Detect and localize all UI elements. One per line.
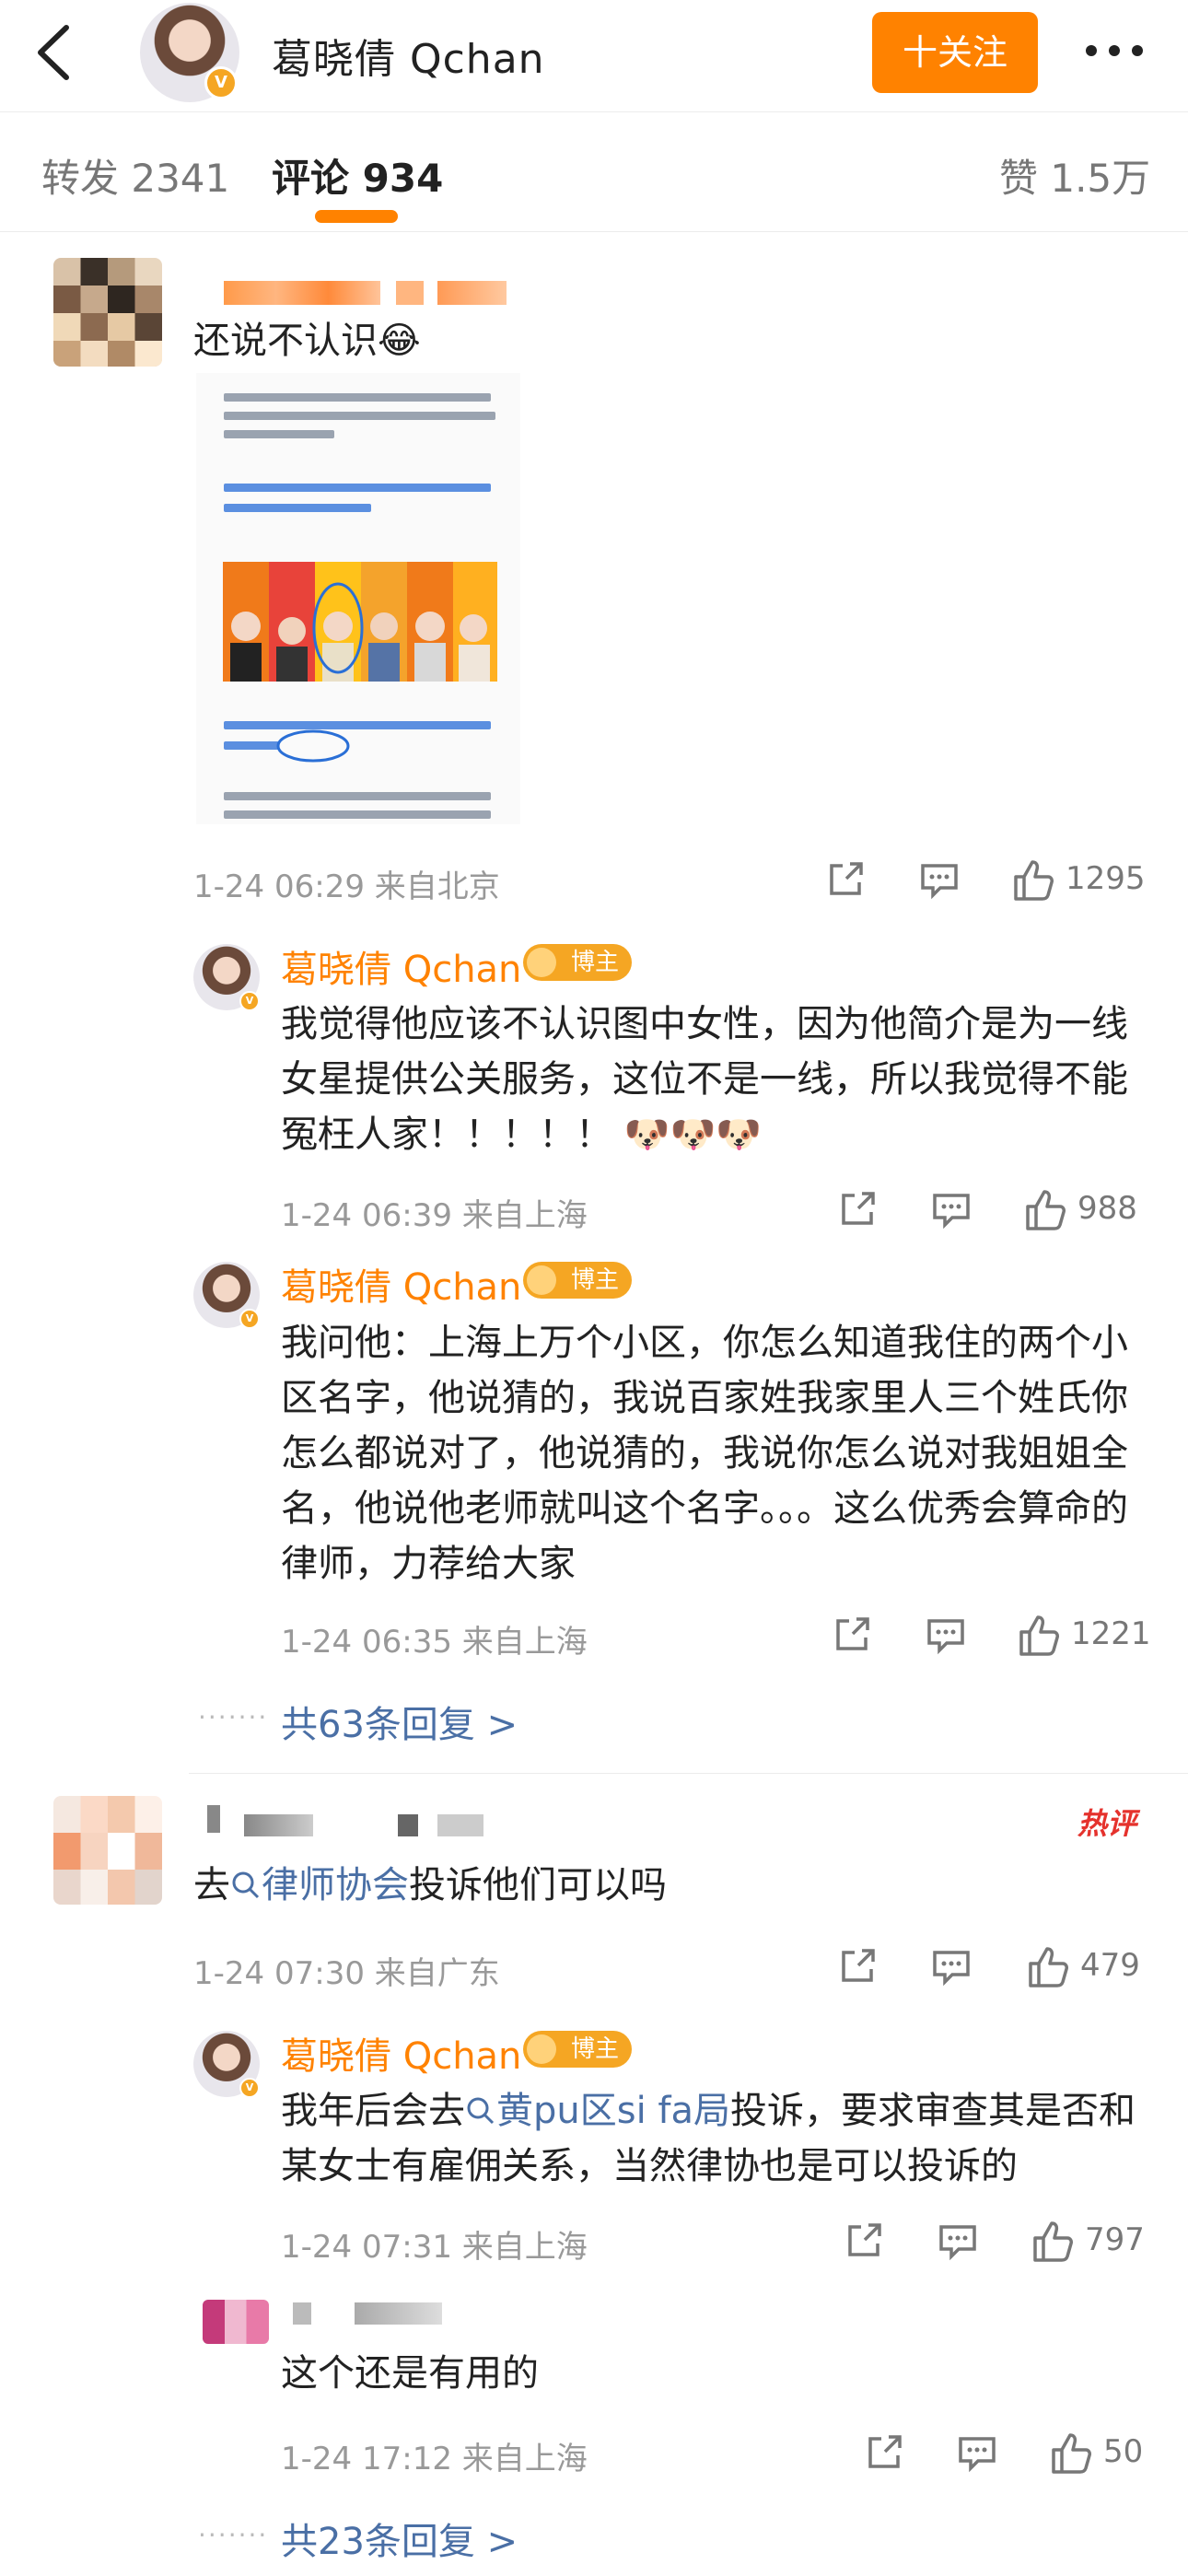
blurred-username[interactable]	[293, 2302, 311, 2325]
share-button[interactable]	[863, 2431, 918, 2477]
like-count: 988	[1077, 1190, 1137, 1227]
share-button[interactable]	[836, 1945, 891, 1991]
thumbs-up-icon	[1052, 2433, 1091, 2474]
verified-badge-icon: V	[239, 991, 260, 1011]
topic-link[interactable]: 黄pu区si fa局	[465, 2090, 730, 2132]
reply-button[interactable]	[925, 1614, 980, 1660]
share-icon	[848, 2223, 881, 2256]
verified-badge-icon: V	[239, 1309, 260, 1329]
like-button[interactable]: 1295	[1010, 857, 1148, 903]
comment-icon	[927, 1619, 964, 1655]
separator-dots: ·······	[198, 2520, 269, 2550]
reply-author[interactable]: 葛晓倩 Qchan	[281, 939, 521, 993]
commenter-avatar[interactable]	[53, 258, 162, 367]
share-button[interactable]	[824, 858, 879, 904]
follow-button[interactable]: 十关注	[872, 12, 1038, 93]
blurred-username[interactable]	[224, 281, 380, 305]
reply-meta: 1-24 07:31 来自上海	[281, 2229, 588, 2266]
blogger-badge: 博主	[523, 944, 632, 981]
reply-meta: 1-24 17:12 来自上海	[281, 2441, 588, 2477]
page-title[interactable]: 葛晓倩 Qchan	[272, 26, 545, 85]
separator-dots: ·······	[198, 1702, 269, 1732]
reply-text: 我觉得他应该不认识图中女性，因为他简介是为一线女星提供公关服务，这位不是一线，所…	[281, 1003, 1128, 1156]
thumbs-up-icon	[1019, 1615, 1059, 1656]
comment-icon	[921, 864, 958, 900]
comment-image[interactable]	[196, 373, 520, 824]
more-replies-link[interactable]: 共63条回复 >	[281, 1695, 518, 1748]
reply-meta: 1-24 06:35 来自上海	[281, 1624, 588, 1661]
like-count: 1295	[1066, 860, 1146, 897]
reply-button[interactable]	[930, 1188, 985, 1234]
thumbs-up-icon	[1029, 1947, 1068, 1987]
comment-divider	[189, 1773, 1188, 1774]
like-button[interactable]: 988	[1022, 1186, 1151, 1232]
blurred-username	[437, 281, 507, 305]
blurred-username	[398, 1814, 418, 1836]
blurred-username[interactable]	[207, 1805, 220, 1833]
search-icon	[232, 1871, 260, 1899]
reply-text: 我年后会去 黄pu区si fa局投诉，要求审查其是否和某女士有雇佣关系，当然律协也…	[281, 2090, 1136, 2187]
like-button[interactable]: 479	[1025, 1943, 1154, 1989]
tab-bar: 转发 2341 评论 934 赞 1.5万	[0, 112, 1188, 232]
reply-author[interactable]: 葛晓倩 Qchan	[281, 1257, 521, 1311]
topic-link[interactable]: 律师协会	[230, 1864, 409, 1906]
reply-text: 我问他：上海上万个小区，你怎么知道我住的两个小区名字，他说猜的，我说百家姓我家里…	[281, 1322, 1128, 1585]
reply-button[interactable]	[937, 2220, 992, 2266]
replier-avatar[interactable]	[203, 2300, 269, 2344]
top-bar: V 葛晓倩 Qchan 十关注	[0, 0, 1188, 112]
like-button[interactable]: 50	[1048, 2430, 1159, 2476]
thumbs-up-icon	[1014, 860, 1054, 901]
comment-icon	[959, 2437, 996, 2473]
thumbs-up-icon	[1033, 2221, 1073, 2262]
like-button[interactable]: 1221	[1016, 1612, 1154, 1658]
blurred-username	[396, 281, 424, 305]
share-button[interactable]	[843, 2220, 898, 2266]
search-icon	[467, 2097, 495, 2125]
like-count: 1221	[1071, 1615, 1151, 1652]
reply-button[interactable]	[930, 1945, 985, 1991]
tab-repost[interactable]: 转发 2341	[41, 147, 229, 204]
comment-meta: 1-24 06:29 来自北京	[193, 868, 500, 905]
reply-button[interactable]	[918, 858, 973, 904]
hot-comment-badge: 热评	[1077, 1806, 1137, 1841]
share-icon	[836, 1617, 869, 1650]
thumbs-up-icon	[1026, 1190, 1066, 1230]
like-count: 479	[1080, 1947, 1140, 1984]
share-icon	[830, 862, 863, 895]
like-count: 797	[1085, 2221, 1145, 2258]
verified-badge-icon: V	[239, 2078, 260, 2098]
blurred-username	[355, 2302, 442, 2325]
active-tab-indicator	[315, 210, 398, 223]
more-options-icon[interactable]	[1082, 32, 1147, 69]
more-replies-link[interactable]: 共23条回复 >	[281, 2512, 518, 2565]
blurred-username	[437, 1814, 483, 1836]
share-button[interactable]	[836, 1188, 891, 1234]
comment-icon	[933, 1194, 970, 1230]
back-arrow-icon[interactable]	[28, 20, 83, 85]
verified-badge-icon: V	[204, 66, 238, 99]
reply-meta: 1-24 06:39 来自上海	[281, 1197, 588, 1234]
blurred-username	[244, 1814, 313, 1836]
tab-comments[interactable]: 评论 934	[272, 147, 443, 204]
comment-icon	[933, 1951, 970, 1987]
comment-icon	[939, 2225, 976, 2261]
like-count: 50	[1103, 2433, 1144, 2470]
comment-meta: 1-24 07:30 来自广东	[193, 1955, 500, 1992]
share-icon	[842, 1949, 875, 1982]
share-icon	[842, 1192, 875, 1225]
comment-text: 去律师协会投诉他们可以吗	[193, 1864, 667, 1906]
share-button[interactable]	[831, 1614, 886, 1660]
tab-likes[interactable]: 赞 1.5万	[999, 147, 1150, 204]
highlight-circle-icon	[276, 729, 350, 763]
photo-strip-image	[223, 562, 497, 682]
blogger-badge: 博主	[523, 1262, 632, 1299]
reply-text: 这个还是有用的	[281, 2352, 539, 2395]
like-button[interactable]: 797	[1030, 2218, 1159, 2264]
comment-text: 还说不认识😂	[193, 320, 421, 362]
reply-author[interactable]: 葛晓倩 Qchan	[281, 2026, 521, 2080]
reply-button[interactable]	[956, 2431, 1011, 2477]
blogger-badge: 博主	[523, 2031, 632, 2068]
share-icon	[868, 2435, 902, 2468]
commenter-avatar[interactable]	[53, 1796, 162, 1905]
